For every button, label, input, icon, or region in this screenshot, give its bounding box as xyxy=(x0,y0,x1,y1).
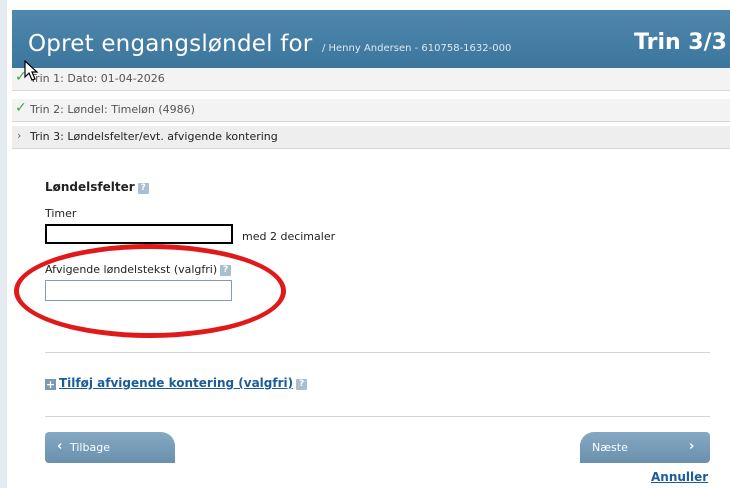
step-3-label: Trin 3: Løndelsfelter/evt. afvigende kon… xyxy=(30,130,278,143)
cursor-icon xyxy=(24,60,39,81)
hours-hint: med 2 decimaler xyxy=(242,230,336,243)
cancel-link[interactable]: Annuller xyxy=(651,470,708,484)
check-icon: ✓ xyxy=(15,100,27,116)
step-3-row: › Trin 3: Løndelsfelter/evt. afvigende k… xyxy=(12,126,730,149)
section-title: Løndelsfelter? xyxy=(45,180,149,194)
step-2-label: Trin 2: Løndel: Timeløn (4986) xyxy=(30,103,195,116)
help-icon[interactable]: ? xyxy=(296,379,308,390)
step-2-row[interactable]: ✓ Trin 2: Løndel: Timeløn (4986) xyxy=(12,99,730,122)
add-accounting-link[interactable]: + Tilføj afvigende kontering (valgfri)? xyxy=(45,376,308,391)
divider xyxy=(45,416,710,417)
step-indicator: Trin 3/3 xyxy=(634,30,727,55)
step-1-row[interactable]: ✓ Trin 1: Dato: 01-04-2026 xyxy=(12,68,730,91)
divider xyxy=(45,352,710,353)
next-button[interactable]: Næste › xyxy=(580,432,710,463)
employee-subtitle: / Henny Andersen - 610758-1632-000 xyxy=(321,43,512,54)
page-title: Opret engangsløndel for / Henny Andersen… xyxy=(28,31,511,57)
page-title-text: Opret engangsløndel for xyxy=(28,31,313,57)
back-button[interactable]: ‹ Tilbage xyxy=(45,432,175,463)
chevron-left-icon: ‹ xyxy=(57,439,63,454)
help-icon[interactable]: ? xyxy=(137,183,149,194)
hours-input[interactable] xyxy=(45,224,233,244)
annotation-oval xyxy=(14,244,286,338)
chevron-right-icon: › xyxy=(17,129,22,142)
chevron-right-icon: › xyxy=(689,439,695,454)
next-label: Næste xyxy=(592,441,628,454)
back-label: Tilbage xyxy=(70,441,110,454)
add-accounting-label: Tilføj afvigende kontering (valgfri) xyxy=(59,376,294,390)
hours-label: Timer xyxy=(45,207,77,220)
step-1-label: Trin 1: Dato: 01-04-2026 xyxy=(30,72,165,85)
left-border xyxy=(0,0,7,488)
page-header: Opret engangsløndel for / Henny Andersen… xyxy=(12,10,730,68)
plus-icon: + xyxy=(45,378,56,391)
section-title-text: Løndelsfelter xyxy=(45,180,135,194)
